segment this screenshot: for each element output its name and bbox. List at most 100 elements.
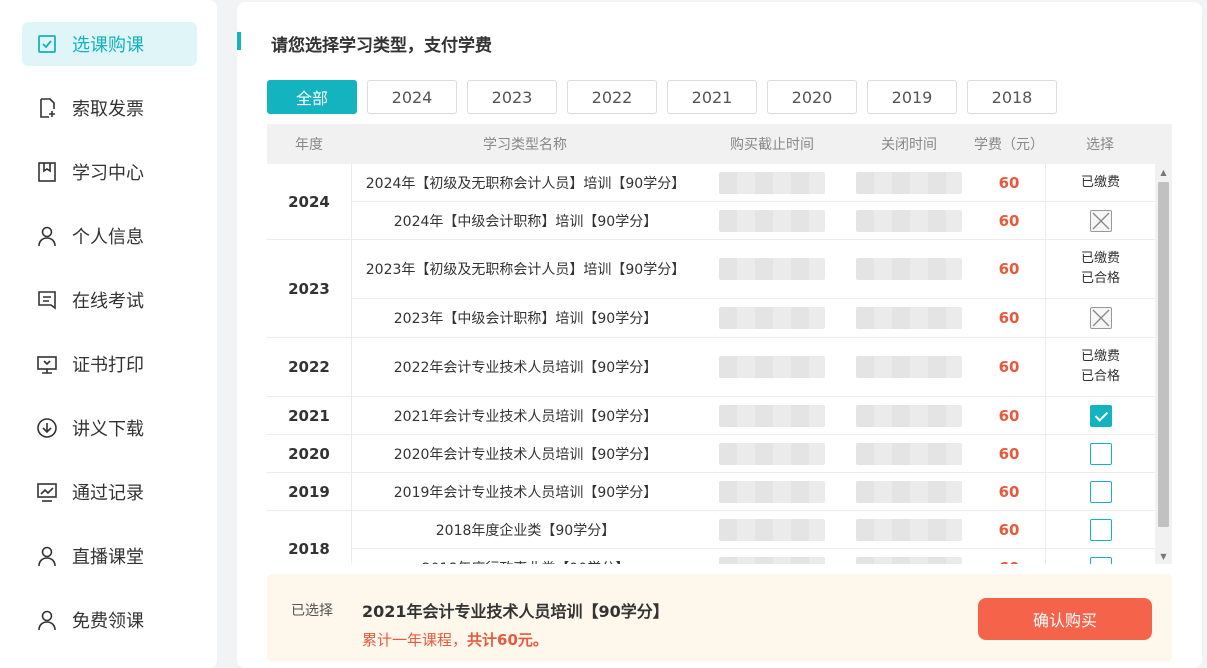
status-cell: 已缴费 — [1045, 164, 1155, 201]
tab-2024[interactable]: 2024 — [367, 80, 457, 114]
year-cell-2022: 2022 — [267, 338, 351, 397]
header-year: 年度 — [295, 137, 323, 153]
sidebar-item-free-course[interactable]: 免费领课 — [22, 598, 197, 642]
sidebar-item-label: 通过记录 — [72, 483, 144, 504]
sidebar-item-live-class[interactable]: 直播课堂 — [22, 534, 197, 578]
book-icon — [36, 161, 58, 183]
course-name: 2024年【初级及无职称会计人员】培训【90学分】 — [351, 164, 699, 201]
page-title: 请您选择学习类型，支付学费 — [271, 36, 492, 56]
close-time-cell-redacted — [845, 473, 973, 510]
sidebar-item-pass-records[interactable]: 通过记录 — [22, 470, 197, 514]
confirm-purchase-button[interactable]: 确认购买 — [978, 598, 1152, 640]
header-select: 选择 — [1086, 137, 1114, 153]
selected-total: 累计一年课程，共计60元。 — [362, 629, 548, 650]
sidebar-item-invoice[interactable]: 索取发票 — [22, 86, 197, 130]
invoice-icon — [36, 97, 58, 119]
year-cell-2023: 2023 — [267, 240, 351, 338]
status-cell: 已缴费 已合格 — [1045, 338, 1155, 396]
live-icon — [36, 545, 58, 567]
year-cell-2020: 2020 — [267, 435, 351, 473]
table-row: 2022年会计专业技术人员培训【90学分】 60 已缴费 已合格 — [351, 338, 1155, 397]
select-checkbox[interactable] — [1089, 442, 1112, 465]
table-row: 2024年【初级及无职称会计人员】培训【90学分】 60 已缴费 — [351, 164, 1155, 202]
select-checkbox[interactable] — [1089, 480, 1112, 503]
sidebar-item-label: 选课购课 — [72, 35, 144, 56]
tab-2019[interactable]: 2019 — [867, 80, 957, 114]
selection-summary: 已选择 2021年会计专业技术人员培训【90学分】 累计一年课程，共计60元。 … — [267, 574, 1172, 662]
status-cell: 已缴费 已合格 — [1045, 240, 1155, 298]
tab-2023[interactable]: 2023 — [467, 80, 557, 114]
sidebar-item-label: 讲义下载 — [72, 419, 144, 440]
table-row: 2018年度企业类【90学分】 60 — [351, 511, 1155, 549]
scroll-up-icon[interactable]: ▲ — [1155, 166, 1172, 178]
tab-2022[interactable]: 2022 — [567, 80, 657, 114]
deadline-cell-redacted — [699, 549, 845, 564]
header-name: 学习类型名称 — [483, 137, 567, 153]
deadline-cell-redacted — [699, 338, 845, 396]
status-cell — [1045, 549, 1155, 564]
sidebar-item-study-center[interactable]: 学习中心 — [22, 150, 197, 194]
status-cell — [1045, 202, 1155, 239]
close-time-cell-redacted — [845, 435, 973, 472]
scroll-thumb[interactable] — [1158, 182, 1169, 527]
sidebar-item-online-exam[interactable]: 在线考试 — [22, 278, 197, 322]
table-row: 2023年【中级会计职称】培训【90学分】 60 — [351, 299, 1155, 338]
close-time-cell-redacted — [845, 299, 973, 337]
fee-value: 60 — [998, 309, 1020, 327]
status-paid: 已缴费 — [1080, 349, 1120, 364]
course-name: 2018年度行政事业类【90学分】 — [351, 549, 699, 564]
sidebar-item-label: 免费领课 — [72, 611, 144, 632]
sidebar-item-label: 索取发票 — [72, 99, 144, 120]
sidebar-item-label: 证书打印 — [72, 355, 144, 376]
close-time-cell-redacted — [845, 511, 973, 548]
sidebar: 选课购课 索取发票 学习中心 个人信息 在线考试 证书打印 讲义下载 通过记录 … — [0, 0, 217, 668]
fee-value: 60 — [998, 173, 1020, 192]
deadline-cell-redacted — [699, 240, 845, 298]
tab-all[interactable]: 全部 — [267, 80, 357, 114]
select-checkbox[interactable] — [1089, 556, 1112, 564]
course-name: 2023年【初级及无职称会计人员】培训【90学分】 — [351, 240, 699, 298]
tab-2018[interactable]: 2018 — [967, 80, 1057, 114]
total-prefix: 累计一年课程， — [362, 631, 468, 649]
table-row: 2021年会计专业技术人员培训【90学分】 60 — [351, 397, 1155, 435]
status-passed: 已合格 — [1080, 369, 1120, 384]
deadline-cell-redacted — [699, 511, 845, 548]
chart-icon — [36, 481, 58, 503]
course-name: 2019年会计专业技术人员培训【90学分】 — [351, 473, 699, 510]
header-fee: 学费（元） — [974, 137, 1044, 153]
sidebar-item-personal-info[interactable]: 个人信息 — [22, 214, 197, 258]
fee-value: 60 — [998, 211, 1020, 230]
scroll-down-icon[interactable]: ▼ — [1155, 550, 1172, 562]
sidebar-item-course-purchase[interactable]: 选课购课 — [22, 22, 197, 66]
status-cell — [1045, 435, 1155, 472]
download-icon — [36, 417, 58, 439]
tab-2021[interactable]: 2021 — [667, 80, 757, 114]
select-checkbox-checked[interactable] — [1089, 404, 1112, 427]
tab-2020[interactable]: 2020 — [767, 80, 857, 114]
sidebar-item-label: 学习中心 — [72, 163, 144, 184]
status-cell — [1045, 397, 1155, 434]
disabled-checkbox-icon — [1089, 307, 1112, 329]
close-time-cell-redacted — [845, 549, 973, 564]
sidebar-item-handout-download[interactable]: 讲义下载 — [22, 406, 197, 450]
fee-value: 60 — [998, 482, 1020, 501]
deadline-cell-redacted — [699, 299, 845, 337]
close-time-cell-redacted — [845, 202, 973, 239]
table-scrollbar[interactable]: ▲ ▼ — [1155, 164, 1172, 564]
course-name: 2024年【中级会计职称】培训【90学分】 — [351, 202, 699, 239]
deadline-cell-redacted — [699, 164, 845, 201]
close-time-cell-redacted — [845, 338, 973, 396]
main-panel: 请您选择学习类型，支付学费 全部 2024 2023 2022 2021 202… — [237, 2, 1202, 668]
table-header: 年度 学习类型名称 购买截止时间 关闭时间 学费（元） 选择 — [267, 124, 1172, 164]
status-paid: 已缴费 — [1080, 174, 1120, 190]
year-cell-2018: 2018 — [267, 511, 351, 564]
close-time-cell-redacted — [845, 397, 973, 434]
close-time-cell-redacted — [845, 240, 973, 298]
header-deadline: 购买截止时间 — [730, 137, 814, 153]
close-time-cell-redacted — [845, 164, 973, 201]
deadline-cell-redacted — [699, 473, 845, 510]
fee-value: 60 — [998, 444, 1020, 463]
sidebar-item-certificate-print[interactable]: 证书打印 — [22, 342, 197, 386]
select-checkbox[interactable] — [1089, 518, 1112, 541]
year-filter-tabs: 全部 2024 2023 2022 2021 2020 2019 2018 — [267, 80, 1067, 114]
